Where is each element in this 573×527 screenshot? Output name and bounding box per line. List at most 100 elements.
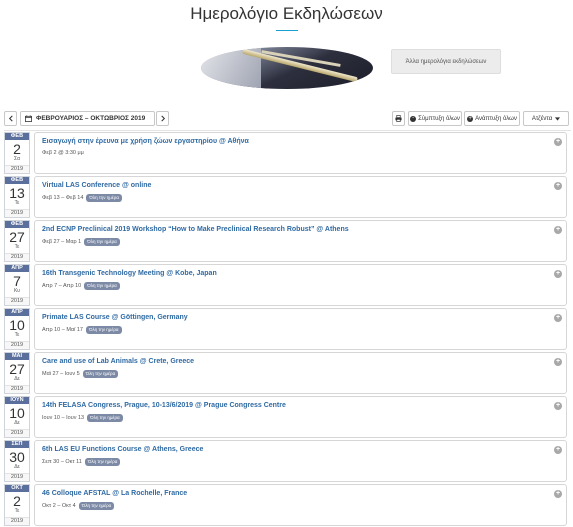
- event-row: ΑΠΡ 7 Κυ 2019 16th Transgenic Technology…: [4, 264, 567, 306]
- title-underline: [276, 30, 298, 31]
- date-range-button[interactable]: ΦΕΒΡΟΥΑΡΙΟΣ – ΟΚΤΩΒΡΙΟΣ 2019: [20, 111, 155, 126]
- event-time: Μαϊ 27 – Ιουν 5: [42, 371, 80, 377]
- plus-circle-icon: +: [467, 115, 474, 122]
- event-weekday: Σα: [14, 156, 20, 162]
- event-month: ΑΠΡ: [5, 309, 29, 316]
- calendar-icon: [25, 115, 32, 122]
- event-card[interactable]: 14th FELASA Congress, Prague, 10-13/6/20…: [34, 396, 567, 438]
- event-card[interactable]: Virtual LAS Conference @ online Φεβ 13 –…: [34, 176, 567, 218]
- event-month: ΦΕΒ: [5, 221, 29, 228]
- event-date-box: ΦΕΒ 27 Τε 2019: [4, 220, 30, 262]
- event-title[interactable]: 2nd ECNP Preclinical 2019 Workshop “How …: [42, 226, 349, 233]
- event-time: Φεβ 2 @ 3:30 μμ: [42, 150, 84, 156]
- event-meta: Ιουν 10 – Ιουν 13 Όλη την ημέρα: [42, 414, 123, 422]
- expand-event-icon[interactable]: +: [554, 138, 562, 146]
- event-row: ΙΟΥΝ 10 Δε 2019 14th FELASA Congress, Pr…: [4, 396, 567, 438]
- event-title[interactable]: Virtual LAS Conference @ online: [42, 182, 151, 189]
- event-time: Σεπ 30 – Οκτ 11: [42, 459, 82, 465]
- minus-circle-icon: -: [410, 114, 417, 122]
- event-month: ΑΠΡ: [5, 265, 29, 272]
- expand-event-icon[interactable]: +: [554, 490, 562, 498]
- print-button[interactable]: [392, 111, 405, 126]
- calendar-toolbar: ΦΕΒΡΟΥΑΡΙΟΣ – ΟΚΤΩΒΡΙΟΣ 2019 - Σύμπτυξη …: [4, 111, 571, 131]
- event-meta: Απρ 10 – Μαϊ 17 Όλη την ημέρα: [42, 326, 122, 334]
- event-date-box: ΑΠΡ 10 Τε 2019: [4, 308, 30, 350]
- collapse-all-label: Σύμπτυξη όλων: [418, 115, 460, 122]
- event-title[interactable]: Εισαγωγή στην έρευνα με χρήση ζώων εργασ…: [42, 138, 249, 145]
- event-card[interactable]: 16th Transgenic Technology Meeting @ Kob…: [34, 264, 567, 306]
- event-date-box: ΜΑΙ 27 Δε 2019: [4, 352, 30, 394]
- event-time: Φεβ 13 – Φεβ 14: [42, 195, 84, 201]
- event-card[interactable]: Εισαγωγή στην έρευνα με χρήση ζώων εργασ…: [34, 132, 567, 174]
- event-day: 10: [9, 405, 25, 421]
- event-day: 7: [13, 273, 21, 289]
- event-date-box: ΙΟΥΝ 10 Δε 2019: [4, 396, 30, 438]
- event-year: 2019: [5, 385, 29, 393]
- expand-event-icon[interactable]: +: [554, 358, 562, 366]
- event-meta: Φεβ 2 @ 3:30 μμ: [42, 150, 84, 156]
- event-date-box: ΟΚΤ 2 Τε 2019: [4, 484, 30, 526]
- expand-event-icon[interactable]: +: [554, 314, 562, 322]
- event-row: ΑΠΡ 10 Τε 2019 Primate LAS Course @ Gött…: [4, 308, 567, 350]
- all-day-badge: Όλη την ημέρα: [78, 502, 115, 510]
- event-row: ΜΑΙ 27 Δε 2019 Care and use of Lab Anima…: [4, 352, 567, 394]
- event-year: 2019: [5, 253, 29, 261]
- event-day: 2: [13, 141, 21, 157]
- expand-event-icon[interactable]: +: [554, 182, 562, 190]
- expand-all-button[interactable]: + Ανάπτυξη όλων: [464, 111, 520, 126]
- all-day-badge: Όλη την ημέρα: [82, 370, 119, 378]
- expand-event-icon[interactable]: +: [554, 270, 562, 278]
- event-month: ΟΚΤ: [5, 485, 29, 492]
- event-card[interactable]: Primate LAS Course @ Göttingen, Germany …: [34, 308, 567, 350]
- event-title[interactable]: Primate LAS Course @ Göttingen, Germany: [42, 314, 188, 321]
- event-month: ΣΕΠ: [5, 441, 29, 448]
- event-month: ΜΑΙ: [5, 353, 29, 360]
- printer-icon: [395, 115, 402, 122]
- expand-event-icon[interactable]: +: [554, 402, 562, 410]
- event-meta: Σεπ 30 – Οκτ 11 Όλη την ημέρα: [42, 458, 121, 466]
- all-day-badge: Όλη την ημέρα: [84, 458, 121, 466]
- event-time: Ιουν 10 – Ιουν 13: [42, 415, 85, 421]
- event-card[interactable]: 46 Colloque AFSTAL @ La Rochelle, France…: [34, 484, 567, 526]
- event-year: 2019: [5, 297, 29, 305]
- event-weekday: Κυ: [13, 288, 21, 294]
- collapse-all-button[interactable]: - Σύμπτυξη όλων: [408, 111, 462, 126]
- expand-event-icon[interactable]: +: [554, 446, 562, 454]
- event-date-box: ΑΠΡ 7 Κυ 2019: [4, 264, 30, 306]
- other-calendars-button[interactable]: Άλλα ημερολόγια εκδηλώσεων: [391, 49, 501, 74]
- expand-all-label: Ανάπτυξη όλων: [475, 115, 517, 122]
- view-select-value: Ατζέντα: [531, 115, 553, 122]
- event-card[interactable]: Care and use of Lab Animals @ Crete, Gre…: [34, 352, 567, 394]
- event-day: 27: [9, 361, 25, 377]
- prev-button[interactable]: [4, 111, 17, 126]
- event-title[interactable]: 46 Colloque AFSTAL @ La Rochelle, France: [42, 490, 187, 497]
- event-card[interactable]: 2nd ECNP Preclinical 2019 Workshop “How …: [34, 220, 567, 262]
- expand-event-icon[interactable]: +: [554, 226, 562, 234]
- view-select[interactable]: Ατζέντα: [523, 111, 569, 126]
- event-title[interactable]: Care and use of Lab Animals @ Crete, Gre…: [42, 358, 194, 365]
- event-month: ΦΕΒ: [5, 177, 29, 184]
- chevron-left-icon: [8, 115, 13, 122]
- event-year: 2019: [5, 209, 29, 217]
- event-day: 30: [9, 449, 25, 465]
- next-button[interactable]: [156, 111, 169, 126]
- event-day: 13: [9, 185, 25, 201]
- all-day-badge: Όλη την ημέρα: [84, 238, 120, 246]
- caret-down-icon: [555, 116, 561, 121]
- event-title[interactable]: 16th Transgenic Technology Meeting @ Kob…: [42, 270, 217, 277]
- event-weekday: Τε: [14, 508, 20, 514]
- all-day-badge: Όλη την ημέρα: [86, 194, 122, 202]
- event-title[interactable]: 14th FELASA Congress, Prague, 10-13/6/20…: [42, 402, 286, 409]
- all-day-badge: Όλη την ημέρα: [84, 282, 120, 290]
- event-time: Φεβ 27 – Μαρ 1: [42, 239, 82, 245]
- event-title[interactable]: 6th LAS EU Functions Course @ Athens, Gr…: [42, 446, 203, 453]
- event-meta: Φεβ 27 – Μαρ 1 Όλη την ημέρα: [42, 238, 120, 246]
- event-date-box: ΦΕΒ 2 Σα 2019: [4, 132, 30, 174]
- event-card[interactable]: 6th LAS EU Functions Course @ Athens, Gr…: [34, 440, 567, 482]
- event-meta: Μαϊ 27 – Ιουν 5 Όλη την ημέρα: [42, 370, 119, 378]
- event-month: ΙΟΥΝ: [5, 397, 29, 404]
- event-time: Απρ 7 – Απρ 10: [42, 283, 82, 289]
- banner-image: [201, 47, 373, 89]
- event-meta: Φεβ 13 – Φεβ 14 Όλη την ημέρα: [42, 194, 122, 202]
- all-day-badge: Όλη την ημέρα: [85, 326, 122, 334]
